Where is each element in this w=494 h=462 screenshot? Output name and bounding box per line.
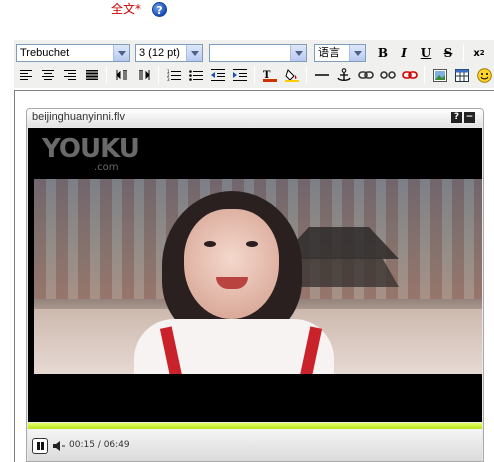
horizontal-rule-icon[interactable] [313,66,331,84]
ordered-list-icon[interactable]: 123 [165,66,183,84]
unlink-icon[interactable] [379,66,397,84]
align-justify-icon[interactable] [83,66,101,84]
toolbar-separator [158,66,159,84]
media-help-button[interactable]: ? [451,112,462,123]
media-filename: beijinghuanyinni.flv [32,111,125,123]
editor-toolbar: Trebuchet 3 (12 pt) 语言 B I U S x2 123 T [14,40,494,88]
nolink-icon[interactable] [401,66,419,84]
chevron-down-icon [349,45,365,61]
toolbar-separator [306,66,307,84]
toolbar-separator [106,66,107,84]
volume-icon[interactable] [53,441,65,451]
chevron-down-icon [186,45,202,61]
font-size-value: 3 (12 pt) [139,47,180,59]
insert-image-icon[interactable] [431,66,449,84]
ltr-icon[interactable] [113,66,131,84]
media-player: beijinghuanyinni.flv ? − YOUKU .com 00:1… [26,108,484,462]
chevron-down-icon [290,45,306,61]
toolbar-separator [463,44,464,62]
anchor-icon[interactable] [335,66,353,84]
video-person-face [184,209,279,319]
smiley-icon[interactable] [475,66,493,84]
field-label: 全文* [111,0,141,17]
youku-logo-sub: .com [94,162,119,173]
help-icon[interactable]: ? [152,2,167,17]
time-display: 00:15 / 06:49 [69,440,130,450]
video-frame[interactable]: YOUKU .com [28,128,482,422]
video-person-eye [204,241,216,247]
video-person-eye [246,241,258,247]
indent-icon[interactable] [231,66,249,84]
required-mark: * [135,2,142,16]
toolbar-separator [254,66,255,84]
underline-button[interactable]: U [417,44,435,62]
rtl-icon[interactable] [135,66,153,84]
media-minimize-button[interactable]: − [464,112,475,123]
subscript-button[interactable]: x2 [470,44,488,62]
language-value: 语言 [318,47,340,59]
toolbar-separator [424,66,425,84]
font-size-select[interactable]: 3 (12 pt) [135,44,203,62]
link-icon[interactable] [357,66,375,84]
align-left-icon[interactable] [17,66,35,84]
language-select[interactable]: 语言 [314,44,366,62]
insert-table-icon[interactable] [453,66,471,84]
player-controls: 00:15 / 06:49 [28,429,482,461]
subscript-sub: 2 [479,49,485,57]
unordered-list-icon[interactable] [187,66,205,84]
strikethrough-button[interactable]: S [439,44,457,62]
field-label-text: 全文 [111,2,136,16]
align-center-icon[interactable] [39,66,57,84]
pause-button[interactable] [32,438,48,454]
font-family-value: Trebuchet [20,47,70,59]
bold-button[interactable]: B [374,44,392,62]
align-right-icon[interactable] [61,66,79,84]
font-family-select[interactable]: Trebuchet [16,44,130,62]
background-color-icon[interactable] [283,66,301,84]
outdent-icon[interactable] [209,66,227,84]
svg-text:3: 3 [167,77,170,81]
chevron-down-icon [113,45,129,61]
italic-button[interactable]: I [395,44,413,62]
youku-logo: YOUKU [42,134,140,164]
media-title-bar: beijinghuanyinni.flv ? − [27,109,483,127]
video-image [34,179,482,374]
format-select[interactable] [209,44,307,62]
text-color-icon[interactable]: T [261,66,279,84]
